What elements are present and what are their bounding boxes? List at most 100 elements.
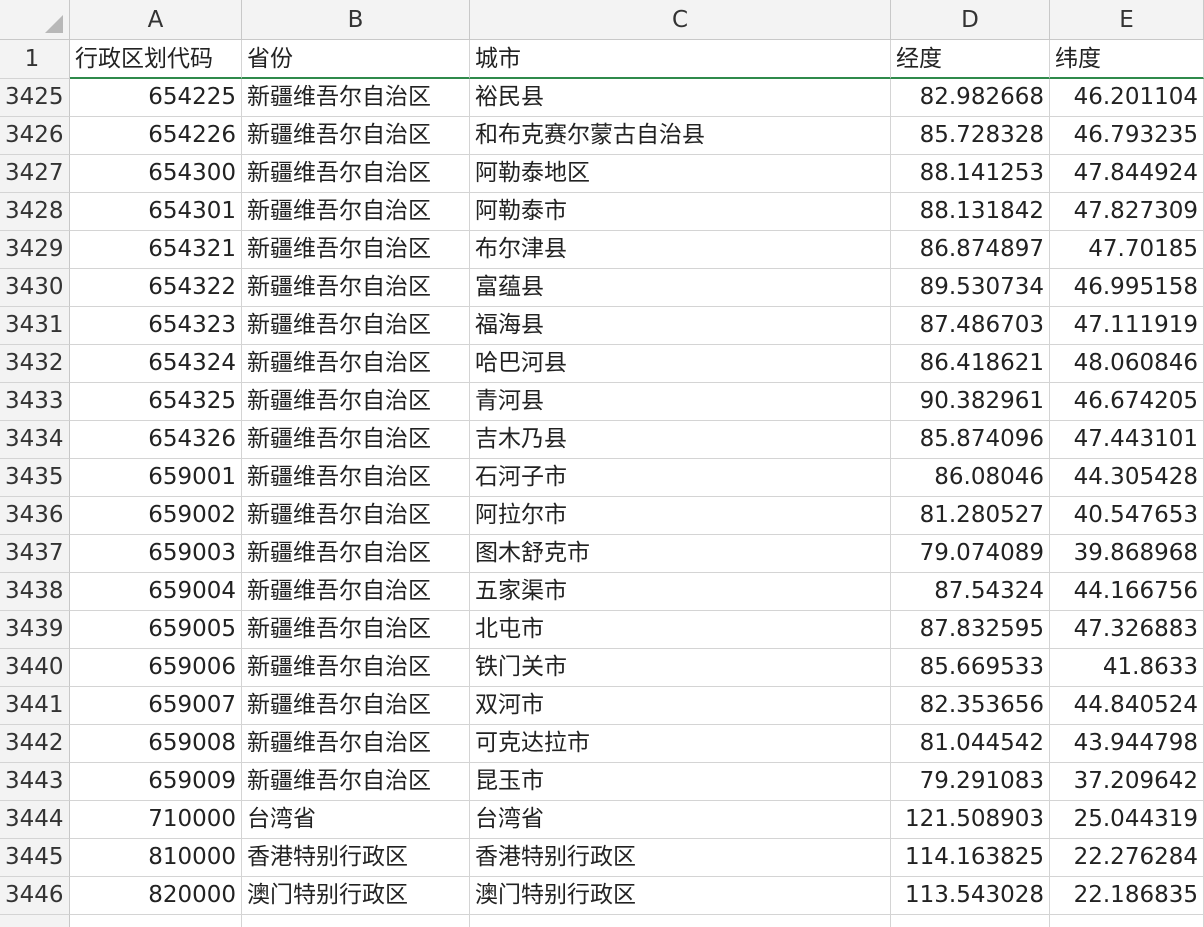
- cell-longitude[interactable]: 88.141253: [891, 155, 1050, 193]
- cell-latitude[interactable]: 22.276284: [1050, 839, 1204, 877]
- cell-province[interactable]: 新疆维吾尔自治区: [242, 231, 470, 269]
- empty-cell[interactable]: [1050, 915, 1204, 927]
- cell-latitude[interactable]: 40.547653: [1050, 497, 1204, 535]
- cell-code[interactable]: 654323: [70, 307, 242, 345]
- cell-header-latitude[interactable]: 纬度: [1050, 40, 1204, 79]
- cell-province[interactable]: 新疆维吾尔自治区: [242, 269, 470, 307]
- cell-province[interactable]: 新疆维吾尔自治区: [242, 535, 470, 573]
- cell-province[interactable]: 新疆维吾尔自治区: [242, 649, 470, 687]
- cell-code[interactable]: 659005: [70, 611, 242, 649]
- cell-code[interactable]: 659001: [70, 459, 242, 497]
- row-header[interactable]: 3446: [0, 877, 70, 915]
- cell-longitude[interactable]: 90.382961: [891, 383, 1050, 421]
- cell-longitude[interactable]: 89.530734: [891, 269, 1050, 307]
- cell-code[interactable]: 654326: [70, 421, 242, 459]
- cell-longitude[interactable]: 86.874897: [891, 231, 1050, 269]
- cell-longitude[interactable]: 87.486703: [891, 307, 1050, 345]
- cell-code[interactable]: 654225: [70, 79, 242, 117]
- cell-code[interactable]: 654301: [70, 193, 242, 231]
- cell-city[interactable]: 布尔津县: [470, 231, 891, 269]
- cell-province[interactable]: 新疆维吾尔自治区: [242, 497, 470, 535]
- cell-longitude[interactable]: 85.874096: [891, 421, 1050, 459]
- cell-code[interactable]: 654321: [70, 231, 242, 269]
- cell-latitude[interactable]: 25.044319: [1050, 801, 1204, 839]
- column-header-a[interactable]: A: [70, 0, 242, 40]
- cell-latitude[interactable]: 46.793235: [1050, 117, 1204, 155]
- cell-code[interactable]: 810000: [70, 839, 242, 877]
- cell-latitude[interactable]: 46.201104: [1050, 79, 1204, 117]
- cell-latitude[interactable]: 48.060846: [1050, 345, 1204, 383]
- cell-code[interactable]: 654322: [70, 269, 242, 307]
- cell-city[interactable]: 青河县: [470, 383, 891, 421]
- cell-code[interactable]: 654226: [70, 117, 242, 155]
- cell-city[interactable]: 图木舒克市: [470, 535, 891, 573]
- cell-city[interactable]: 福海县: [470, 307, 891, 345]
- cell-longitude[interactable]: 114.163825: [891, 839, 1050, 877]
- cell-city[interactable]: 裕民县: [470, 79, 891, 117]
- column-header-c[interactable]: C: [470, 0, 891, 40]
- row-header[interactable]: 3441: [0, 687, 70, 725]
- row-header[interactable]: 3430: [0, 269, 70, 307]
- cell-province[interactable]: 新疆维吾尔自治区: [242, 117, 470, 155]
- cell-longitude[interactable]: 79.074089: [891, 535, 1050, 573]
- cell-latitude[interactable]: 47.70185: [1050, 231, 1204, 269]
- cell-code[interactable]: 710000: [70, 801, 242, 839]
- row-header[interactable]: 3437: [0, 535, 70, 573]
- cell-code[interactable]: 654324: [70, 345, 242, 383]
- cell-province[interactable]: 新疆维吾尔自治区: [242, 459, 470, 497]
- cell-longitude[interactable]: 82.353656: [891, 687, 1050, 725]
- row-header[interactable]: 3432: [0, 345, 70, 383]
- cell-code[interactable]: 820000: [70, 877, 242, 915]
- column-header-e[interactable]: E: [1050, 0, 1204, 40]
- cell-province[interactable]: 新疆维吾尔自治区: [242, 79, 470, 117]
- cell-header-code[interactable]: 行政区划代码: [70, 40, 242, 79]
- cell-city[interactable]: 昆玉市: [470, 763, 891, 801]
- cell-longitude[interactable]: 87.54324: [891, 573, 1050, 611]
- cell-header-city[interactable]: 城市: [470, 40, 891, 79]
- cell-longitude[interactable]: 87.832595: [891, 611, 1050, 649]
- cell-code[interactable]: 659008: [70, 725, 242, 763]
- cell-code[interactable]: 659004: [70, 573, 242, 611]
- cell-city[interactable]: 北屯市: [470, 611, 891, 649]
- empty-cell[interactable]: [242, 915, 470, 927]
- cell-latitude[interactable]: 47.844924: [1050, 155, 1204, 193]
- cell-city[interactable]: 澳门特别行政区: [470, 877, 891, 915]
- row-header[interactable]: 3440: [0, 649, 70, 687]
- cell-header-province[interactable]: 省份: [242, 40, 470, 79]
- cell-province[interactable]: 新疆维吾尔自治区: [242, 307, 470, 345]
- cell-longitude[interactable]: 85.728328: [891, 117, 1050, 155]
- empty-cell[interactable]: [0, 915, 70, 927]
- empty-cell[interactable]: [891, 915, 1050, 927]
- cell-province[interactable]: 新疆维吾尔自治区: [242, 725, 470, 763]
- cell-province[interactable]: 新疆维吾尔自治区: [242, 383, 470, 421]
- cell-province[interactable]: 新疆维吾尔自治区: [242, 345, 470, 383]
- cell-latitude[interactable]: 41.8633: [1050, 649, 1204, 687]
- cell-latitude[interactable]: 46.995158: [1050, 269, 1204, 307]
- cell-code[interactable]: 659007: [70, 687, 242, 725]
- row-header[interactable]: 3438: [0, 573, 70, 611]
- cell-city[interactable]: 可克达拉市: [470, 725, 891, 763]
- cell-header-longitude[interactable]: 经度: [891, 40, 1050, 79]
- row-header[interactable]: 3428: [0, 193, 70, 231]
- cell-city[interactable]: 石河子市: [470, 459, 891, 497]
- cell-code[interactable]: 659006: [70, 649, 242, 687]
- cell-province[interactable]: 新疆维吾尔自治区: [242, 155, 470, 193]
- cell-city[interactable]: 哈巴河县: [470, 345, 891, 383]
- cell-city[interactable]: 阿拉尔市: [470, 497, 891, 535]
- row-header[interactable]: 3439: [0, 611, 70, 649]
- cell-latitude[interactable]: 46.674205: [1050, 383, 1204, 421]
- cell-city[interactable]: 五家渠市: [470, 573, 891, 611]
- cell-latitude[interactable]: 37.209642: [1050, 763, 1204, 801]
- cell-city[interactable]: 阿勒泰市: [470, 193, 891, 231]
- cell-longitude[interactable]: 121.508903: [891, 801, 1050, 839]
- cell-code[interactable]: 659009: [70, 763, 242, 801]
- empty-cell[interactable]: [470, 915, 891, 927]
- row-header[interactable]: 3434: [0, 421, 70, 459]
- cell-latitude[interactable]: 43.944798: [1050, 725, 1204, 763]
- row-header[interactable]: 3445: [0, 839, 70, 877]
- empty-cell[interactable]: [70, 915, 242, 927]
- cell-province[interactable]: 新疆维吾尔自治区: [242, 193, 470, 231]
- cell-latitude[interactable]: 44.840524: [1050, 687, 1204, 725]
- row-header[interactable]: 3436: [0, 497, 70, 535]
- cell-city[interactable]: 富蕴县: [470, 269, 891, 307]
